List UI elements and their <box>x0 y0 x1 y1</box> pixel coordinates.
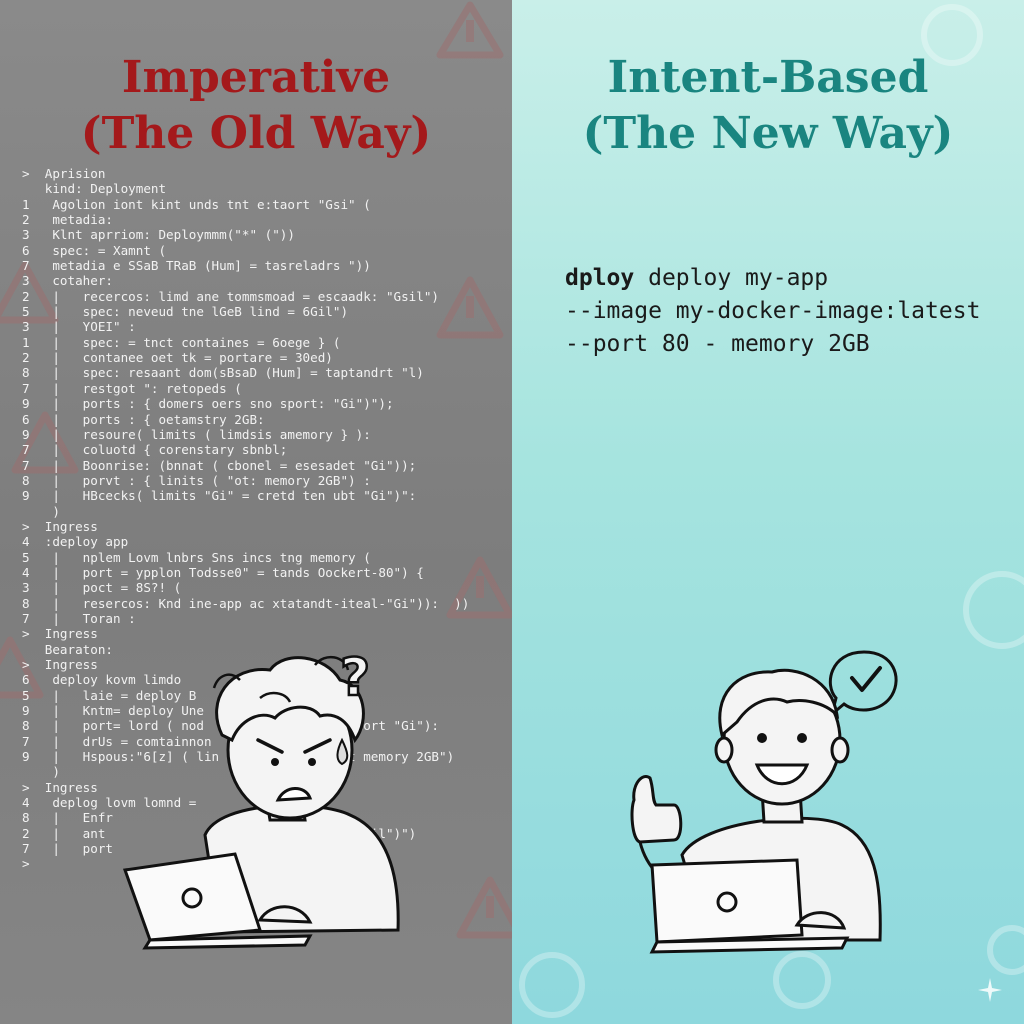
code-line: 1 Agolion iont kint unds tnt e:taort "Gs… <box>22 196 371 212</box>
command-line-3: --port 80 - memory 2GB <box>565 331 870 357</box>
code-line: 9 | HBcecks( limits "Gi" = cretd ten ubt… <box>22 488 417 504</box>
code-line: 6 spec: = Xamnt ( <box>22 242 167 258</box>
code-line: 3 cotaher: <box>22 273 113 289</box>
imperative-title-line2: (The Old Way) <box>80 108 432 159</box>
check-bubble-icon <box>828 650 898 719</box>
code-line: kind: Deployment <box>22 181 167 197</box>
code-line: > Ingress <box>22 518 98 534</box>
code-line: ) <box>22 503 60 519</box>
code-line: 3 | YOEI" : <box>22 319 136 335</box>
confused-developer-illustration: ? <box>122 647 400 950</box>
code-line: 2 | recercos: limd ane tommsmoad = escaa… <box>22 288 440 304</box>
code-line: 7 metadia e SSaB TRaB (Hum] = tasreladrs… <box>22 258 371 274</box>
code-line: 8 | resercos: Knd ine-app ac xtatandt-it… <box>22 595 470 611</box>
intent-based-panel: Intent-Based (The New Way) <box>512 0 1024 1024</box>
command-line-2: --image my-docker-image:latest <box>565 298 981 324</box>
code-line: 7 | Boonrise: (bnnat ( cbonel = esesadet… <box>22 457 417 473</box>
code-line: 3 | poct = 8S?! ( <box>22 580 182 596</box>
sparkle-icon <box>978 978 1002 1002</box>
code-line: 1 | spec: = tnct containes = 6oege } ( <box>22 334 341 350</box>
code-line: > Aprision <box>22 166 106 181</box>
intent-command: dploy deploy my-app --image my-docker-im… <box>565 262 980 361</box>
code-line: 7 | Toran : <box>22 610 136 626</box>
code-line: 6 | ports : { oetamstry 2GB: <box>22 411 265 427</box>
imperative-title: Imperative (The Old Way) <box>0 50 512 162</box>
code-line: 5 | nplem Lovm lnbrs Sns incs tng memory… <box>22 549 371 565</box>
imperative-panel: Imperative (The Old Way) > Aprision kind… <box>0 0 512 1024</box>
intent-based-title-line1: Intent-Based <box>607 52 929 103</box>
question-mark-icon: ? <box>340 648 370 708</box>
command-keyword: dploy <box>565 265 635 291</box>
code-line: 3 Klnt aprriom: Deploymmm("*" (")) <box>22 227 295 243</box>
intent-based-title: Intent-Based (The New Way) <box>512 50 1024 162</box>
code-line: 4 :deploy app <box>22 534 129 550</box>
code-line: 7 | restgot ": retopeds ( <box>22 380 242 396</box>
intent-based-title-line2: (The New Way) <box>582 108 954 159</box>
code-line: 9 | resoure( limits ( limdsis amemory } … <box>22 426 371 442</box>
code-line: 2 metadia: <box>22 212 113 228</box>
code-line: 2 | contanee oet tk = portare = 30ed) <box>22 350 333 366</box>
imperative-title-line1: Imperative <box>121 52 391 103</box>
code-line: 5 | spec: neveud tne lGeB lind = 6Gil") <box>22 304 349 320</box>
code-line: 4 | port = ypplon Todsse0" = tands Oocke… <box>22 564 424 580</box>
happy-developer-illustration <box>630 650 898 954</box>
code-line: 8 | spec: resaant dom(sBsaD (Hum] = tapt… <box>22 365 424 381</box>
code-line: 9 | ports : { domers oers sno sport: "Gi… <box>22 396 394 412</box>
code-line: 8 | porvt : { linits ( "ot: memory 2GB")… <box>22 472 371 488</box>
command-line-1-rest: deploy my-app <box>634 265 829 291</box>
command-line-1: dploy deploy my-app <box>565 262 980 295</box>
code-line: 7 | coluotd { corenstary sbnbl; <box>22 442 288 458</box>
